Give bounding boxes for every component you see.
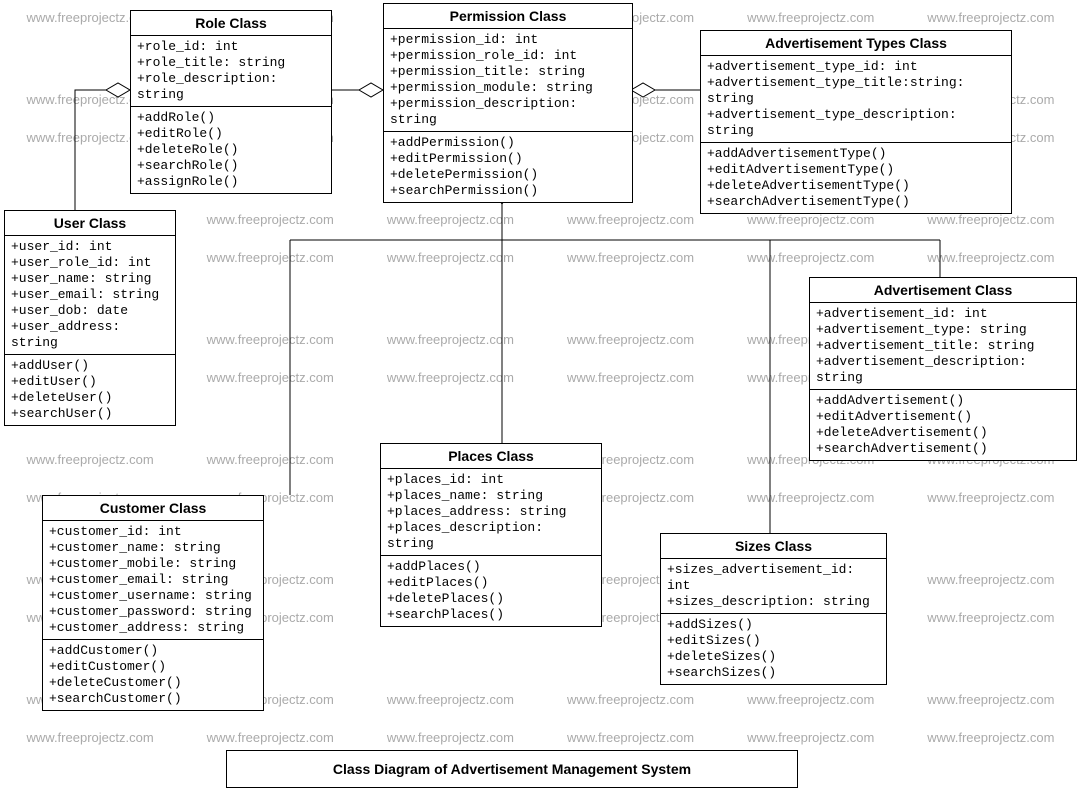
class-adtypes: Advertisement Types Class +advertisement… bbox=[700, 30, 1012, 214]
class-sizes: Sizes Class +sizes_advertisement_id: int… bbox=[660, 533, 887, 685]
class-title: Customer Class bbox=[43, 496, 263, 521]
class-attrs: +role_id: int+role_title: string+role_de… bbox=[131, 36, 331, 107]
class-user: User Class +user_id: int+user_role_id: i… bbox=[4, 210, 176, 426]
class-advertisement: Advertisement Class +advertisement_id: i… bbox=[809, 277, 1077, 461]
class-customer: Customer Class +customer_id: int+custome… bbox=[42, 495, 264, 711]
class-attrs: +advertisement_type_id: int+advertisemen… bbox=[701, 56, 1011, 143]
class-ops: +addUser()+editUser()+deleteUser()+searc… bbox=[5, 355, 175, 425]
diagram-title: Class Diagram of Advertisement Managemen… bbox=[226, 750, 798, 788]
class-ops: +addAdvertisement()+editAdvertisement()+… bbox=[810, 390, 1076, 460]
class-title: Places Class bbox=[381, 444, 601, 469]
class-ops: +addRole()+editRole()+deleteRole()+searc… bbox=[131, 107, 331, 193]
class-ops: +addAdvertisementType()+editAdvertisemen… bbox=[701, 143, 1011, 213]
class-ops: +addSizes()+editSizes()+deleteSizes()+se… bbox=[661, 614, 886, 684]
class-attrs: +advertisement_id: int+advertisement_typ… bbox=[810, 303, 1076, 390]
class-title: Advertisement Class bbox=[810, 278, 1076, 303]
class-title: User Class bbox=[5, 211, 175, 236]
class-ops: +addCustomer()+editCustomer()+deleteCust… bbox=[43, 640, 263, 710]
class-title: Role Class bbox=[131, 11, 331, 36]
class-ops: +addPermission()+editPermission()+delete… bbox=[384, 132, 632, 202]
class-ops: +addPlaces()+editPlaces()+deletePlaces()… bbox=[381, 556, 601, 626]
class-title: Sizes Class bbox=[661, 534, 886, 559]
class-title: Advertisement Types Class bbox=[701, 31, 1011, 56]
class-attrs: +places_id: int+places_name: string+plac… bbox=[381, 469, 601, 556]
class-title: Permission Class bbox=[384, 4, 632, 29]
class-role: Role Class +role_id: int+role_title: str… bbox=[130, 10, 332, 194]
class-attrs: +customer_id: int+customer_name: string+… bbox=[43, 521, 263, 640]
class-attrs: +user_id: int+user_role_id: int+user_nam… bbox=[5, 236, 175, 355]
class-places: Places Class +places_id: int+places_name… bbox=[380, 443, 602, 627]
class-permission: Permission Class +permission_id: int+per… bbox=[383, 3, 633, 203]
class-attrs: +sizes_advertisement_id: int+sizes_descr… bbox=[661, 559, 886, 614]
class-attrs: +permission_id: int+permission_role_id: … bbox=[384, 29, 632, 132]
